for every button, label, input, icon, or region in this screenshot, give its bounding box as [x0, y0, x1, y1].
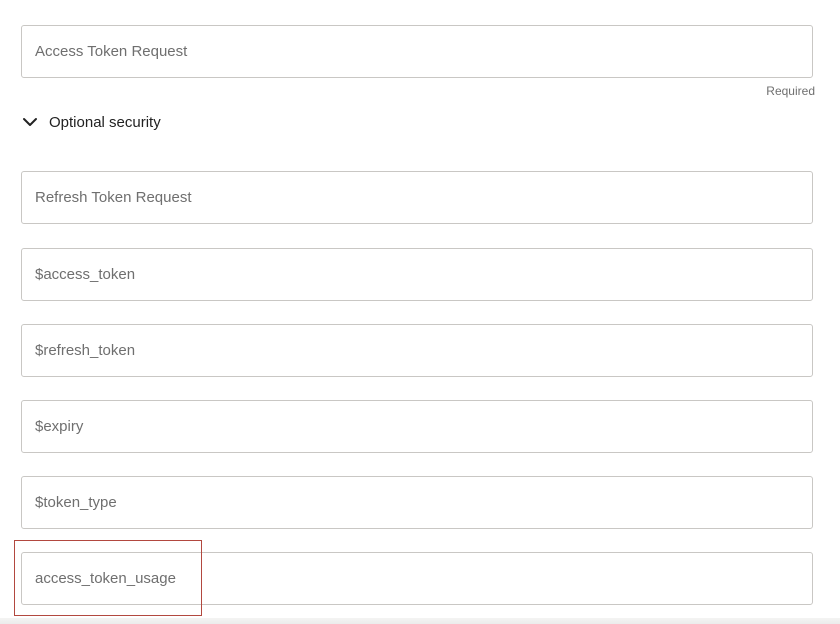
access-token-field[interactable]	[21, 248, 813, 301]
access-token-request-input[interactable]	[22, 26, 812, 77]
access-token-request-field[interactable]	[21, 25, 813, 78]
chevron-down-icon	[23, 118, 37, 126]
refresh-token-request-input[interactable]	[22, 172, 812, 223]
expiry-field[interactable]	[21, 400, 813, 453]
required-helper-text: Required	[766, 84, 815, 98]
bottom-fade-divider	[0, 618, 840, 624]
expiry-input[interactable]	[22, 401, 812, 452]
refresh-token-request-field[interactable]	[21, 171, 813, 224]
access-token-input[interactable]	[22, 249, 812, 300]
optional-security-label: Optional security	[49, 113, 161, 131]
refresh-token-input[interactable]	[22, 325, 812, 376]
access-token-usage-input[interactable]	[22, 553, 812, 604]
optional-security-toggle[interactable]: Optional security	[22, 110, 161, 134]
token-type-field[interactable]	[21, 476, 813, 529]
access-token-usage-field[interactable]	[21, 552, 813, 605]
token-type-input[interactable]	[22, 477, 812, 528]
refresh-token-field[interactable]	[21, 324, 813, 377]
